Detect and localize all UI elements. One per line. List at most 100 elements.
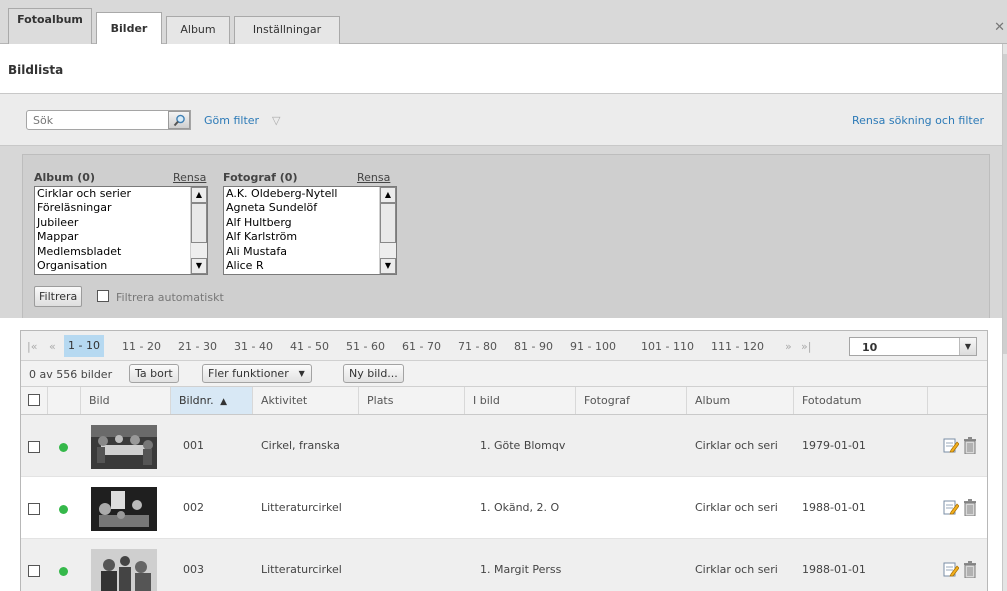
header-i-bild[interactable]: I bild xyxy=(465,387,576,414)
pager-page[interactable]: 41 - 50 xyxy=(290,340,329,353)
header-actions xyxy=(928,387,987,414)
album-option[interactable]: Cirklar och serier xyxy=(35,187,207,201)
row-checkbox[interactable] xyxy=(28,503,40,515)
per-page-value: 10 xyxy=(862,341,878,354)
photographer-option[interactable]: Alf Hultberg xyxy=(224,216,396,230)
scroll-down-icon[interactable]: ▼ xyxy=(191,258,207,274)
pager-page[interactable]: 31 - 40 xyxy=(234,340,273,353)
cell-aktivitet: Litteraturcirkel xyxy=(261,563,342,576)
photographer-listbox[interactable]: A.K. Oldeberg-Nytell Agneta Sundelöf Alf… xyxy=(223,186,397,275)
more-functions-label: Fler funktioner xyxy=(208,367,289,380)
pager-first[interactable]: |« xyxy=(27,340,37,353)
trash-icon[interactable] xyxy=(963,437,977,454)
trash-icon[interactable] xyxy=(963,561,977,578)
filter-icon[interactable]: ▽ xyxy=(272,114,280,127)
row-checkbox[interactable] xyxy=(28,565,40,577)
image-thumbnail[interactable] xyxy=(91,425,157,469)
window-scrollbar[interactable] xyxy=(1002,44,1007,591)
sort-ascending-icon: ▲ xyxy=(220,397,228,407)
pager-last[interactable]: »| xyxy=(801,340,811,353)
header-fotodatum[interactable]: Fotodatum xyxy=(794,387,928,414)
tab-fotoalbum[interactable]: Fotoalbum xyxy=(8,8,92,44)
image-thumbnail[interactable] xyxy=(91,549,157,591)
image-thumbnail[interactable] xyxy=(91,487,157,531)
selection-count: 0 av 556 bilder xyxy=(29,368,113,381)
scroll-up-icon[interactable]: ▲ xyxy=(380,187,396,203)
pager: |« « 1 - 10 11 - 20 21 - 30 31 - 40 41 -… xyxy=(21,331,987,361)
search-input[interactable]: Sök xyxy=(26,110,191,130)
pager-next[interactable]: » xyxy=(785,340,792,353)
pager-page[interactable]: 51 - 60 xyxy=(346,340,385,353)
pager-page[interactable]: 91 - 100 xyxy=(570,340,616,353)
photo-thumbnail-icon xyxy=(91,549,157,591)
trash-icon[interactable] xyxy=(963,499,977,516)
hide-filter-link[interactable]: Göm filter xyxy=(204,114,259,127)
table-row[interactable]: 003 Litteraturcirkel 1. Margit Perss Cir… xyxy=(21,539,987,591)
scroll-thumb[interactable] xyxy=(191,203,207,243)
pager-page[interactable]: 21 - 30 xyxy=(178,340,217,353)
photographer-option[interactable]: Alf Karlström xyxy=(224,230,396,244)
album-option[interactable]: Jubileer xyxy=(35,216,207,230)
album-option[interactable]: Medlemsbladet xyxy=(35,245,207,259)
tab-album[interactable]: Album xyxy=(166,16,230,44)
header-album[interactable]: Album xyxy=(687,387,794,414)
pager-page[interactable]: 81 - 90 xyxy=(514,340,553,353)
scroll-down-icon[interactable]: ▼ xyxy=(380,258,396,274)
tab-installningar[interactable]: Inställningar xyxy=(234,16,340,44)
more-functions-button[interactable]: Fler funktioner ▼ xyxy=(202,364,312,383)
cell-bildnr: 001 xyxy=(183,439,204,452)
clear-search-and-filter-link[interactable]: Rensa sökning och filter xyxy=(852,114,984,127)
per-page-select[interactable]: 10 ▼ xyxy=(849,337,977,356)
photographer-option[interactable]: A.K. Oldeberg-Nytell xyxy=(224,187,396,201)
photographer-clear-link[interactable]: Rensa xyxy=(357,171,390,184)
photographer-option[interactable]: Ali Mustafa xyxy=(224,245,396,259)
tab-bar: Fotoalbum Bilder Album Inställningar ✕ xyxy=(0,0,1007,45)
header-bildnr-label: Bildnr. xyxy=(179,394,214,407)
select-all-checkbox[interactable] xyxy=(28,394,40,406)
status-dot xyxy=(59,505,68,514)
header-plats[interactable]: Plats xyxy=(359,387,465,414)
cell-i-bild: 1. Göte Blomqv xyxy=(480,439,566,452)
album-option[interactable]: Föreläsningar xyxy=(35,201,207,215)
photographer-option[interactable]: Agneta Sundelöf xyxy=(224,201,396,215)
album-option[interactable]: Organisation xyxy=(35,259,207,273)
pager-page[interactable]: 71 - 80 xyxy=(458,340,497,353)
cell-aktivitet: Cirkel, franska xyxy=(261,439,340,452)
scroll-up-icon[interactable]: ▲ xyxy=(191,187,207,203)
row-checkbox[interactable] xyxy=(28,441,40,453)
pager-page[interactable]: 111 - 120 xyxy=(711,340,764,353)
chevron-down-icon[interactable]: ▼ xyxy=(959,338,976,355)
pager-page-current[interactable]: 1 - 10 xyxy=(64,335,104,357)
scroll-thumb[interactable] xyxy=(1003,54,1007,354)
album-option[interactable]: Mappar xyxy=(35,230,207,244)
album-listbox[interactable]: Cirklar och serier Föreläsningar Jubilee… xyxy=(34,186,208,275)
filter-button[interactable]: Filtrera xyxy=(34,286,83,307)
header-bildnr[interactable]: Bildnr. ▲ xyxy=(171,387,253,414)
header-bild[interactable]: Bild xyxy=(81,387,171,414)
pager-prev[interactable]: « xyxy=(49,340,56,353)
scroll-thumb[interactable] xyxy=(380,203,396,243)
pager-page[interactable]: 61 - 70 xyxy=(402,340,441,353)
delete-button[interactable]: Ta bort xyxy=(129,364,179,383)
tab-bilder[interactable]: Bilder xyxy=(96,12,162,45)
edit-icon[interactable] xyxy=(943,561,959,577)
album-clear-link[interactable]: Rensa xyxy=(173,171,206,184)
photographer-option[interactable]: Alice R xyxy=(224,259,396,273)
edit-icon[interactable] xyxy=(943,437,959,453)
page-header: Bildlista xyxy=(0,44,1002,94)
search-button[interactable] xyxy=(168,111,190,129)
header-aktivitet[interactable]: Aktivitet xyxy=(253,387,359,414)
edit-icon[interactable] xyxy=(943,499,959,515)
new-image-button[interactable]: Ny bild... xyxy=(343,364,404,383)
header-fotograf[interactable]: Fotograf xyxy=(576,387,687,414)
cell-album: Cirklar och seri xyxy=(695,501,778,514)
auto-filter-checkbox[interactable] xyxy=(97,290,109,302)
photographer-scrollbar[interactable]: ▲ ▼ xyxy=(379,187,396,274)
status-dot xyxy=(59,567,68,576)
close-icon[interactable]: ✕ xyxy=(994,20,1005,35)
table-row[interactable]: 002 Litteraturcirkel 1. Okänd, 2. O Cirk… xyxy=(21,477,987,539)
pager-page[interactable]: 11 - 20 xyxy=(122,340,161,353)
album-scrollbar[interactable]: ▲ ▼ xyxy=(190,187,207,274)
table-row[interactable]: 001 Cirkel, franska 1. Göte Blomqv Cirkl… xyxy=(21,415,987,477)
pager-page[interactable]: 101 - 110 xyxy=(641,340,694,353)
